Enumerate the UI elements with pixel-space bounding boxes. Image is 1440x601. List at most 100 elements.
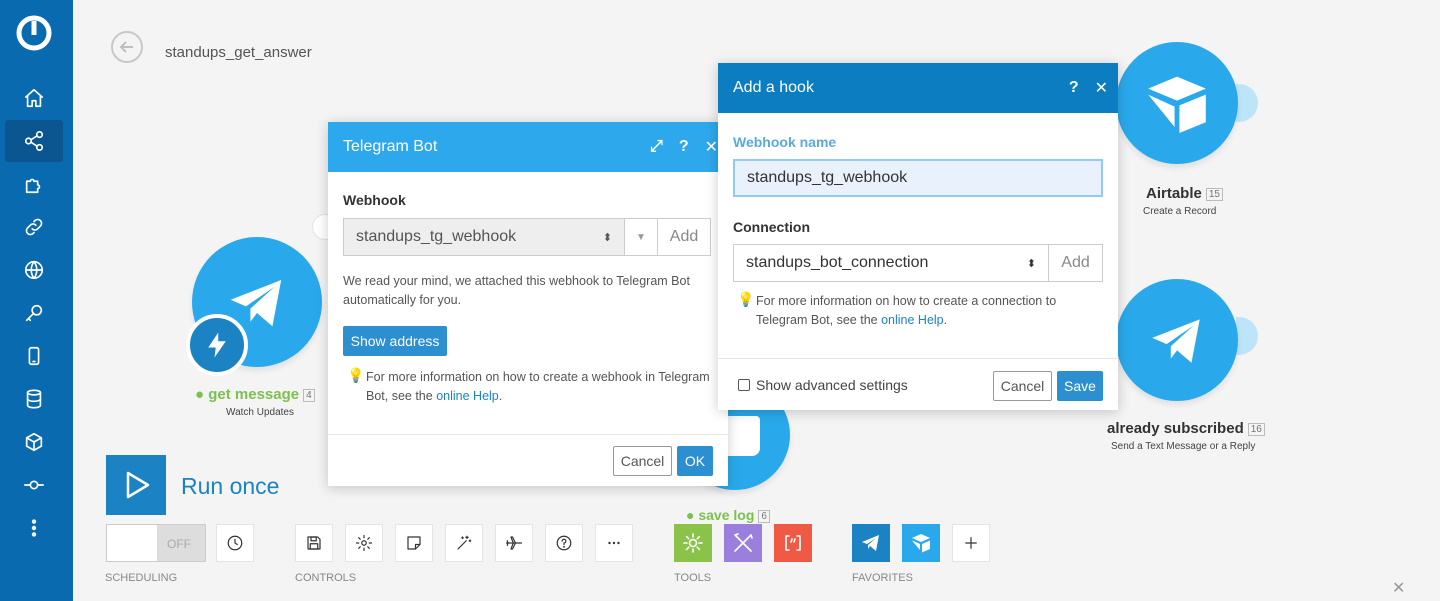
help-icon[interactable]: ?: [1069, 79, 1079, 97]
sidebar-item-datastores[interactable]: [5, 378, 63, 420]
webhook-select[interactable]: standups_tg_webhook ⬍: [343, 218, 625, 256]
wrench-screwdriver-icon: [734, 533, 753, 552]
scenario-settings-button[interactable]: [345, 524, 383, 562]
close-icon[interactable]: ✕: [1392, 578, 1405, 598]
airtable-icon: [1148, 76, 1206, 133]
webhook-name-input[interactable]: [733, 159, 1103, 197]
more-controls-button[interactable]: [595, 524, 633, 562]
module-id-badge: 4: [303, 388, 315, 402]
flow-icon: [24, 480, 44, 490]
scenario-title[interactable]: standups_get_answer: [165, 44, 312, 61]
module-id-badge: 15: [1205, 187, 1223, 201]
advanced-settings-checkbox[interactable]: [738, 379, 750, 391]
dialog-title: Add a hook: [733, 79, 814, 96]
mobile-icon: [28, 346, 40, 366]
section-label-controls: CONTROLS: [295, 572, 357, 584]
floppy-disk-icon: [307, 536, 321, 550]
sidebar-item-webhooks[interactable]: [5, 249, 63, 291]
sidebar-item-flow[interactable]: [5, 464, 63, 506]
module-already-subscribed[interactable]: [1116, 279, 1238, 401]
add-hook-dialog: Add a hook ? ✕ Webhook name Connection s…: [718, 63, 1118, 410]
brackets-icon: [785, 535, 801, 551]
lightbulb-icon: 💡: [347, 367, 365, 383]
sidebar-item-datastructures[interactable]: [5, 421, 63, 463]
cube-icon: [25, 432, 43, 452]
webhook-add-button[interactable]: Add: [657, 218, 711, 256]
close-icon[interactable]: ✕: [705, 137, 718, 157]
save-button[interactable]: [295, 524, 333, 562]
select-arrows-icon: ⬍: [1026, 257, 1036, 270]
make-logo-icon[interactable]: [15, 14, 53, 52]
tool-json-button[interactable]: [774, 524, 812, 562]
telegram-icon: [1152, 319, 1200, 363]
hint-suffix: .: [943, 313, 948, 327]
check-circle-icon: ●: [686, 507, 695, 523]
favorite-telegram-button[interactable]: [852, 524, 890, 562]
auto-align-button[interactable]: [445, 524, 483, 562]
home-icon: [24, 88, 44, 108]
module-label-airtable: Airtable 15: [1146, 185, 1223, 202]
module-id-badge: 16: [1247, 422, 1265, 436]
module-airtable[interactable]: [1116, 42, 1238, 164]
ellipsis-icon: [608, 541, 620, 545]
sidebar-item-connections[interactable]: [5, 206, 63, 248]
puzzle-icon: [25, 178, 41, 194]
check-circle-icon: ●: [195, 386, 205, 403]
close-icon[interactable]: ✕: [1095, 78, 1108, 98]
favorite-airtable-button[interactable]: [902, 524, 940, 562]
save-button[interactable]: Save: [1057, 371, 1103, 401]
add-favorite-button[interactable]: [952, 524, 990, 562]
ok-button[interactable]: OK: [677, 446, 713, 476]
webhook-label: Webhook: [343, 192, 406, 208]
advanced-settings-row[interactable]: Show advanced settings: [738, 377, 908, 393]
schedule-settings-button[interactable]: [216, 524, 254, 562]
connection-select[interactable]: standups_bot_connection ⬍: [733, 244, 1049, 282]
connection-label: Connection: [733, 219, 810, 235]
divider: [328, 434, 728, 435]
online-help-link[interactable]: online Help: [881, 313, 944, 327]
show-address-button[interactable]: Show address: [343, 326, 447, 356]
run-once-button[interactable]: [106, 455, 166, 515]
sidebar-item-templates[interactable]: [5, 163, 63, 205]
sidebar-item-keys[interactable]: [5, 292, 63, 334]
tool-tools-button[interactable]: [724, 524, 762, 562]
explain-flow-button[interactable]: [495, 524, 533, 562]
help-button[interactable]: [545, 524, 583, 562]
lightbulb-icon: 💡: [737, 291, 755, 307]
more-vertical-icon: [31, 519, 37, 537]
cancel-button[interactable]: Cancel: [613, 446, 672, 476]
already-subscribed-label: already subscribed: [1107, 420, 1244, 437]
telegram-icon: [862, 535, 879, 551]
sidebar-item-devices[interactable]: [5, 335, 63, 377]
notes-button[interactable]: [395, 524, 433, 562]
sidebar-item-more[interactable]: [5, 507, 63, 549]
module-port[interactable]: [1236, 317, 1258, 355]
arrow-left-icon: [119, 41, 133, 53]
connection-help-text: For more information on how to create a …: [756, 292, 1106, 330]
scheduling-toggle[interactable]: OFF: [106, 524, 206, 562]
connection-add-button[interactable]: Add: [1048, 244, 1103, 282]
sidebar-item-home[interactable]: [5, 77, 63, 119]
note-icon: [407, 536, 421, 550]
back-button[interactable]: [111, 31, 143, 63]
lightning-icon: [208, 332, 226, 358]
cancel-button[interactable]: Cancel: [993, 371, 1052, 401]
online-help-link[interactable]: online Help: [436, 389, 499, 403]
telegram-bot-dialog: Telegram Bot ⤢ ? ✕ Webhook standups_tg_w…: [328, 122, 728, 486]
divider: [718, 358, 1118, 359]
instant-trigger-badge: [186, 314, 248, 376]
webhook-dropdown-button[interactable]: ▼: [624, 218, 658, 256]
module-port[interactable]: [1236, 84, 1258, 122]
tool-flow-control-button[interactable]: [674, 524, 712, 562]
help-icon[interactable]: ?: [679, 138, 689, 156]
webhook-select-value: standups_tg_webhook: [356, 228, 517, 245]
module-label-get-message: ● get message 4: [195, 386, 315, 403]
sidebar-item-scenarios[interactable]: [5, 120, 63, 162]
dialog-header: Telegram Bot ⤢ ? ✕: [328, 122, 728, 172]
section-label-favorites: FAVORITES: [852, 572, 913, 584]
module-label-save-log: ● save log 6: [686, 507, 770, 523]
expand-icon[interactable]: ⤢: [650, 138, 663, 156]
module-id-badge: 6: [758, 509, 770, 523]
link-icon: [25, 218, 43, 236]
run-once-label[interactable]: Run once: [181, 473, 279, 500]
